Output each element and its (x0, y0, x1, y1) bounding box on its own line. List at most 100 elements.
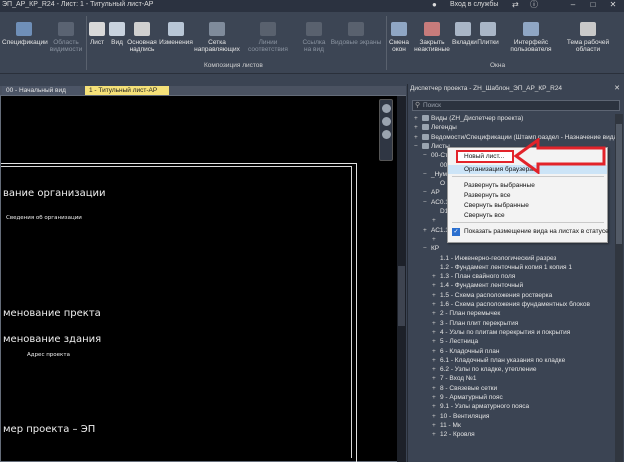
browser-tree-item[interactable]: +7 - Вход №1 (432, 374, 477, 383)
navigation-bar[interactable] (379, 99, 393, 161)
scrollbar-thumb[interactable] (616, 124, 622, 244)
expand-icon[interactable]: + (414, 133, 422, 142)
expand-icon[interactable]: + (432, 412, 440, 421)
steering-wheel-icon[interactable] (382, 104, 391, 113)
collapse-icon[interactable]: − (414, 142, 422, 151)
expand-icon[interactable]: + (432, 356, 440, 365)
view-reference-button[interactable]: Ссылка на вид (298, 22, 330, 53)
expand-icon[interactable]: + (423, 226, 431, 235)
browser-scrollbar[interactable] (615, 114, 623, 462)
login-link[interactable]: Вход в службы (450, 0, 498, 9)
browser-tree-item[interactable]: + Легенды (414, 123, 457, 132)
expand-icon[interactable]: + (432, 337, 440, 346)
expand-selected-menu-item[interactable]: Развернуть выбранные (448, 181, 607, 190)
collapse-all-menu-item[interactable]: Свернуть все (448, 211, 607, 220)
browser-tree-item[interactable]: +3 - План плит перекрытия (432, 319, 518, 328)
sheet-button[interactable]: Лист (88, 22, 106, 46)
browser-tree-item[interactable]: + (432, 235, 440, 244)
matchline-button[interactable]: Линии соответствия (240, 22, 296, 53)
theme-button[interactable]: Тема рабочей области (564, 22, 612, 53)
expand-icon[interactable]: + (432, 300, 440, 309)
browser-tree-item[interactable]: − АР (423, 188, 440, 197)
expand-icon[interactable]: + (432, 309, 440, 318)
close-icon[interactable]: ✕ (606, 0, 620, 10)
drawing-canvas[interactable]: вание организации Сведения об организаци… (0, 95, 406, 462)
browser-tree-item[interactable]: + АС1.1 (423, 226, 449, 235)
browser-tree-item[interactable]: − АС0.1 (423, 198, 449, 207)
checkbox-checked-icon[interactable]: ✓ (452, 227, 460, 236)
browser-tree-item[interactable]: 00 (432, 161, 447, 170)
arrow-icon[interactable]: ⇄ (512, 0, 519, 9)
expand-icon[interactable]: + (432, 421, 440, 430)
collapse-icon[interactable]: − (423, 244, 431, 253)
viewports-button[interactable]: Видовые экраны (330, 22, 382, 46)
browser-tree-item[interactable]: +6 - Кладочный план (432, 347, 499, 356)
collapse-icon[interactable]: − (423, 188, 431, 197)
expand-icon[interactable]: + (432, 402, 440, 411)
browser-tree-item[interactable]: +4 - Узлы по плитам перекрытия и покрыти… (432, 328, 570, 337)
browser-tree-item[interactable]: +1.5 - Схема расположения ростверка (432, 291, 552, 300)
browser-tree-item[interactable]: 1.2 - Фундамент ленточный копия 1 копия … (432, 263, 572, 272)
browser-tree-item[interactable]: +10 - Вентиляция (432, 412, 489, 421)
expand-all-menu-item[interactable]: Развернуть все (448, 191, 607, 200)
tab-title-sheet[interactable]: 1 - Титульный лист-АР (85, 86, 169, 95)
schedules-button[interactable]: Спецификации (2, 22, 48, 46)
browser-tree-item[interactable]: 1.1 - Инженерно-геологический разрез (432, 254, 556, 263)
minimize-icon[interactable]: – (566, 0, 580, 10)
expand-icon[interactable]: + (432, 281, 440, 290)
show-view-placement-menu-item[interactable]: Показать размещение вида на листах в ста… (448, 227, 609, 236)
expand-icon[interactable]: + (432, 272, 440, 281)
expand-icon[interactable]: + (432, 365, 440, 374)
expand-icon[interactable]: + (432, 216, 440, 225)
browser-tree-item[interactable]: +1.4 - Фундамент ленточный (432, 281, 523, 290)
scope-box-button[interactable]: Область видимости (48, 22, 84, 53)
scrollbar-thumb[interactable] (398, 266, 405, 326)
collapse-icon[interactable]: − (423, 198, 431, 207)
tab-start-view[interactable]: 00 - Начальный вид (2, 86, 80, 95)
browser-tree-item[interactable]: +1.3 - План свайного поля (432, 272, 515, 281)
zoom-icon[interactable] (382, 117, 391, 126)
expand-icon[interactable]: + (432, 347, 440, 356)
expand-icon[interactable]: + (432, 393, 440, 402)
expand-icon[interactable]: + (432, 319, 440, 328)
maximize-icon[interactable]: □ (586, 0, 600, 10)
browser-tree-item[interactable]: −00-Ст (423, 151, 448, 160)
title-block-button[interactable]: Основная надпись (126, 22, 158, 53)
browser-tree-item[interactable]: − _Нум (423, 170, 447, 179)
expand-icon[interactable]: + (414, 123, 422, 132)
tiles-button[interactable]: Плитки (476, 22, 500, 46)
browser-tree-item[interactable]: О (432, 179, 445, 188)
new-sheet-menu-item[interactable]: Новый лист... (456, 150, 514, 163)
tabs-button[interactable]: Вкладки (452, 22, 477, 46)
collapse-icon[interactable]: − (423, 151, 431, 160)
expand-icon[interactable]: + (432, 384, 440, 393)
zoom-fit-icon[interactable] (382, 130, 391, 139)
browser-tree-item[interactable]: − КР (423, 244, 439, 253)
view-button[interactable]: Вид (108, 22, 126, 46)
user-icon[interactable]: ● (432, 0, 437, 9)
browser-tree-item[interactable]: + (432, 216, 440, 225)
search-input[interactable]: ⚲ Поиск (412, 100, 620, 111)
browser-tree-item[interactable]: +9 - Арматурный пояс (432, 393, 503, 402)
browser-tree-item[interactable]: +6.1 - Кладочный план указания по кладке (432, 356, 565, 365)
expand-icon[interactable]: + (432, 291, 440, 300)
browser-tree-item[interactable]: D1 (432, 207, 448, 216)
close-icon[interactable]: ✕ (614, 84, 620, 94)
expand-icon[interactable]: + (432, 235, 440, 244)
user-interface-button[interactable]: Интерфейс пользователя (506, 22, 556, 53)
expand-icon[interactable]: + (432, 430, 440, 439)
collapse-icon[interactable]: − (423, 170, 431, 179)
help-icon[interactable]: ⓘ (530, 0, 538, 9)
browser-tree-item[interactable]: +8 - Связевые сетки (432, 384, 497, 393)
expand-icon[interactable]: + (432, 374, 440, 383)
browser-tree-item[interactable]: +2 - План перемычек (432, 309, 500, 318)
expand-icon[interactable]: + (414, 114, 422, 123)
browser-tree-item[interactable]: +12 - Кровля (432, 430, 475, 439)
browser-tree-item[interactable]: +11 - Мк (432, 421, 461, 430)
browser-tree-item[interactable]: + Виды (ZH_Диспетчер проекта) (414, 114, 523, 123)
browser-tree-item[interactable]: +9.1 - Узлы арматурного пояса (432, 402, 529, 411)
canvas-scrollbar[interactable] (397, 96, 406, 462)
guide-grid-button[interactable]: Сетка направляющих (194, 22, 240, 53)
revisions-button[interactable]: Изменения (158, 22, 194, 46)
switch-windows-button[interactable]: Смена окон (388, 22, 410, 53)
